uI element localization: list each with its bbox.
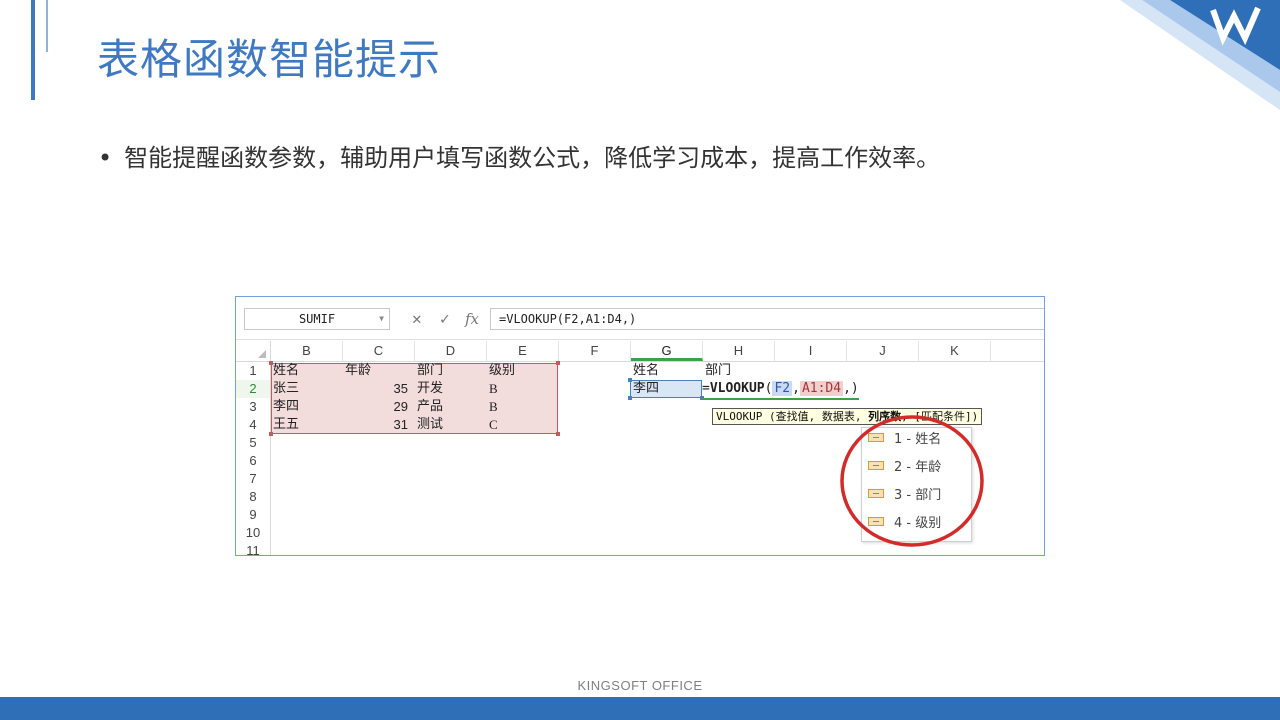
column-header-e[interactable]: E xyxy=(487,341,559,361)
ref-handle[interactable] xyxy=(628,378,632,382)
cell-a1[interactable]: 姓名 xyxy=(273,362,299,380)
row-header-2[interactable]: 2 xyxy=(236,380,271,398)
formula-bar: SUMIF ▼ ✕ ✓ fx =VLOOKUP(F2,A1:D4,) xyxy=(236,297,1044,340)
slide-title: 表格函数智能提示 xyxy=(97,35,442,84)
cancel-x-icon[interactable]: ✕ xyxy=(412,310,422,328)
row-header-9[interactable]: 9 xyxy=(236,506,271,524)
edit-close-paren: ) xyxy=(850,381,859,396)
footer-brand: KINGSOFT OFFICE xyxy=(577,678,703,693)
column-header-b[interactable]: B xyxy=(271,341,343,361)
cell-c2[interactable]: 开发 xyxy=(417,380,443,398)
row-header-5[interactable]: 5 xyxy=(236,434,271,452)
cell-f2-referenced[interactable]: 李四 xyxy=(630,380,702,398)
column-header-g[interactable]: G xyxy=(631,341,703,361)
row-header-7[interactable]: 7 xyxy=(236,470,271,488)
cell-b3[interactable]: 29 xyxy=(342,398,408,416)
row-header-8[interactable]: 8 xyxy=(236,488,271,506)
confirm-check-icon[interactable]: ✓ xyxy=(440,310,450,328)
fx-icon[interactable]: fx xyxy=(465,310,479,328)
cell-b1[interactable]: 年龄 xyxy=(345,362,371,380)
cell-a2[interactable]: 张三 xyxy=(273,380,299,398)
cell-d2[interactable]: B xyxy=(489,380,498,398)
edit-prefix: = xyxy=(702,381,710,396)
decor-bar-tall xyxy=(31,0,35,100)
column-header-j[interactable]: J xyxy=(847,341,919,361)
name-box-value: SUMIF xyxy=(298,312,336,326)
wps-logo-icon xyxy=(1120,0,1280,110)
edit-arg-range: A1:D4 xyxy=(799,381,844,396)
decor-bar-short xyxy=(46,0,48,52)
column-header-c[interactable]: C xyxy=(343,341,415,361)
tooltip-func: VLOOKUP xyxy=(716,410,763,423)
name-box[interactable]: SUMIF ▼ xyxy=(244,308,390,330)
column-header-d[interactable]: D xyxy=(415,341,487,361)
column-header-k[interactable]: K xyxy=(919,341,991,361)
row-header-4[interactable]: 4 xyxy=(236,416,271,434)
cell-d3[interactable]: B xyxy=(489,398,498,416)
bullet-point: • 智能提醒函数参数，辅助用户填写函数公式，降低学习成本，提高工作效率。 xyxy=(98,138,940,173)
column-header-i[interactable]: I xyxy=(775,341,847,361)
bullet-dot: • xyxy=(98,144,113,172)
edit-sep-1: , xyxy=(792,381,800,396)
cell-d1[interactable]: 级别 xyxy=(489,362,515,380)
cell-c1[interactable]: 部门 xyxy=(417,362,443,380)
row-header-3[interactable]: 3 xyxy=(236,398,271,416)
name-box-dropdown-icon[interactable]: ▼ xyxy=(379,309,384,329)
select-all-corner[interactable] xyxy=(236,341,271,361)
cell-d4[interactable]: C xyxy=(489,416,498,434)
row-header-6[interactable]: 6 xyxy=(236,452,271,470)
cell-g2-editing[interactable]: =VLOOKUP(F2, A1:D4,) xyxy=(702,380,859,400)
cell-a3[interactable]: 李四 xyxy=(273,398,299,416)
column-header-f[interactable]: F xyxy=(559,341,631,361)
cell-b2[interactable]: 35 xyxy=(342,380,408,398)
cell-c3[interactable]: 产品 xyxy=(417,398,443,416)
ref-handle[interactable] xyxy=(628,396,632,400)
formula-input[interactable]: =VLOOKUP(F2,A1:D4,) xyxy=(490,308,1044,330)
row-header-1[interactable]: 1 xyxy=(236,362,271,380)
cell-a4[interactable]: 王五 xyxy=(273,416,299,434)
cell-b4[interactable]: 31 xyxy=(342,416,408,434)
row-header-10[interactable]: 10 xyxy=(236,524,271,542)
tooltip-open: ( xyxy=(762,410,776,423)
range-handle[interactable] xyxy=(556,361,560,365)
range-handle[interactable] xyxy=(556,432,560,436)
cell-c4[interactable]: 测试 xyxy=(417,416,443,434)
footer-bar xyxy=(0,697,1280,720)
bullet-text: 智能提醒函数参数，辅助用户填写函数公式，降低学习成本，提高工作效率。 xyxy=(124,144,941,172)
edit-sep-2: , xyxy=(843,381,851,396)
cell-f1[interactable]: 姓名 xyxy=(633,362,659,380)
edit-function-name: VLOOKUP xyxy=(709,381,765,396)
spreadsheet-screenshot: SUMIF ▼ ✕ ✓ fx =VLOOKUP(F2,A1:D4,) ABCDE… xyxy=(235,296,1045,556)
cell-g1[interactable]: 部门 xyxy=(705,362,731,380)
column-header-h[interactable]: H xyxy=(703,341,775,361)
red-circle-annotation xyxy=(840,415,984,547)
edit-arg-f2: F2 xyxy=(772,381,793,396)
row-header-11[interactable]: 11 xyxy=(236,542,271,555)
